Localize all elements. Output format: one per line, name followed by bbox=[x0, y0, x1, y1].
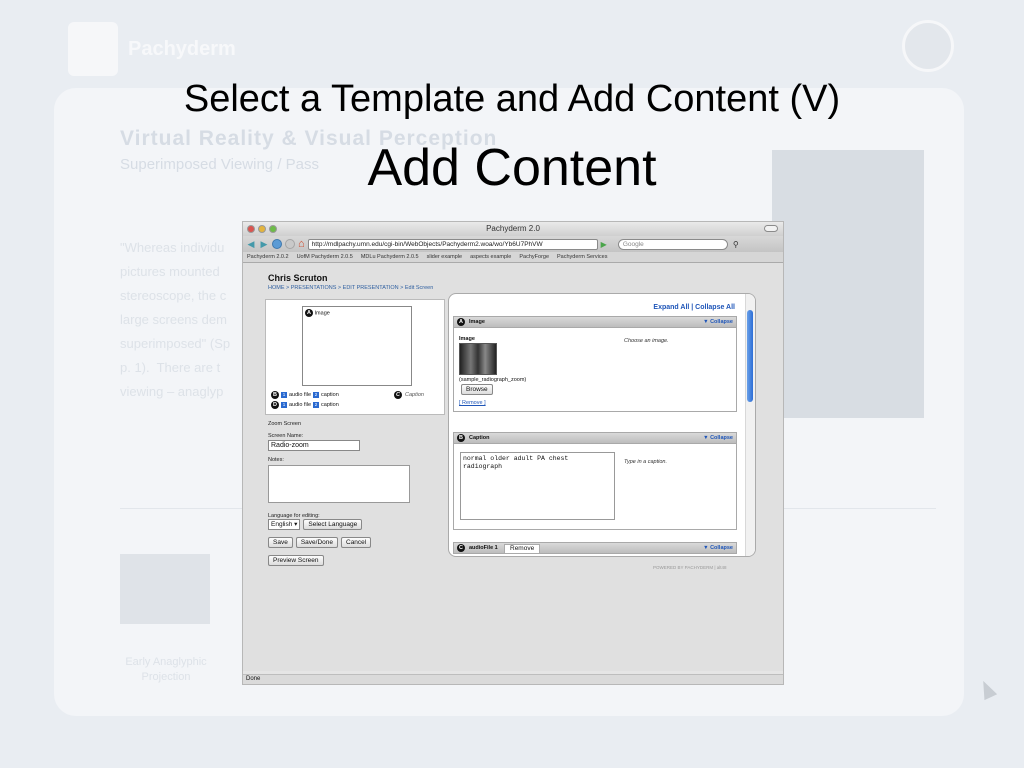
bookmark-item[interactable]: MDLu Pachyderm 2.0.5 bbox=[361, 254, 419, 260]
save-button[interactable]: Save bbox=[268, 537, 293, 548]
caption-section-header[interactable]: B Caption ▼ Collapse bbox=[453, 432, 737, 444]
notes-label: Notes: bbox=[268, 457, 284, 463]
bookmark-item[interactable]: aspects example bbox=[470, 254, 511, 260]
browser-toolbar: ◀ ▶ ⌂ http://mdlpachy.umn.edu/cgi-bin/We… bbox=[243, 236, 783, 252]
collapse-caption-link[interactable]: ▼ Collapse bbox=[703, 435, 733, 441]
caption-hint: Type in a caption. bbox=[624, 459, 668, 465]
caption-marker-icon: 2 bbox=[313, 402, 320, 408]
bookmarks-bar: Pachyderm 2.0.2 UofM Pachyderm 2.0.5 MDL… bbox=[243, 252, 783, 263]
forward-arrow-icon[interactable]: ▶ bbox=[259, 239, 269, 250]
select-language-button[interactable]: Select Language bbox=[303, 519, 363, 530]
slide-title: Select a Template and Add Content (V) bbox=[183, 78, 841, 120]
slot-c[interactable]: C Caption bbox=[394, 391, 424, 399]
slot-c-marker-icon: C bbox=[394, 391, 402, 399]
bookmark-item[interactable]: Pachyderm Services bbox=[557, 254, 607, 260]
image-section-header[interactable]: A Image ▼ Collapse bbox=[453, 316, 737, 328]
action-buttons: Save Save/Done Cancel bbox=[268, 537, 372, 548]
caption-section-body: normal older adult PA chest radiograph T… bbox=[453, 444, 737, 530]
audio-section-header[interactable]: C audioFile 1 Remove ▼ Collapse bbox=[453, 542, 737, 554]
zoom-screen-label: Zoom Screen bbox=[268, 421, 302, 427]
slot-a-marker-icon: A bbox=[457, 318, 465, 326]
remove-image-link[interactable]: [ Remove ] bbox=[459, 400, 486, 406]
background-paragraph: "Whereas individu pictures mounted stere… bbox=[120, 240, 231, 399]
stop-icon[interactable] bbox=[285, 239, 295, 249]
content-editor-panel: Expand All | Collapse All A Image ▼ Coll… bbox=[448, 293, 756, 557]
reload-icon[interactable] bbox=[272, 239, 282, 249]
cancel-button[interactable]: Cancel bbox=[341, 537, 372, 548]
window-titlebar: Pachyderm 2.0 bbox=[243, 222, 783, 236]
save-done-button[interactable]: Save/Done bbox=[295, 537, 338, 548]
screen-name-input[interactable]: Radio-zoom bbox=[268, 440, 360, 451]
image-filename: (sample_radiograph_zoom) bbox=[459, 377, 527, 383]
mouse-cursor-icon bbox=[976, 677, 998, 701]
scroll-thumb[interactable] bbox=[747, 310, 753, 402]
background-logo-text: Pachyderm bbox=[128, 38, 236, 60]
image-field-label: Image bbox=[459, 336, 475, 342]
search-icon[interactable]: ⚲ bbox=[733, 240, 739, 249]
template-preview-panel: A Image B 1 audio file 2 caption D 1 aud… bbox=[265, 299, 445, 415]
template-image-slot[interactable]: A Image bbox=[302, 306, 412, 386]
notes-textarea[interactable] bbox=[268, 465, 410, 503]
page-content: Chris Scruton HOME > PRESENTATIONS > EDI… bbox=[243, 263, 783, 671]
slot-row-2[interactable]: D 1 audio file 2 caption bbox=[271, 401, 339, 409]
window-title: Pachyderm 2.0 bbox=[486, 224, 540, 233]
caption-marker-icon: 2 bbox=[313, 392, 320, 398]
bookmark-item[interactable]: Pachyderm 2.0.2 bbox=[247, 254, 289, 260]
user-name: Chris Scruton bbox=[268, 273, 328, 283]
slide-subtitle: Add Content bbox=[367, 139, 657, 197]
badge-icon bbox=[902, 20, 954, 72]
editor-scrollbar[interactable] bbox=[745, 294, 755, 556]
home-icon[interactable]: ⌂ bbox=[298, 239, 305, 250]
language-select[interactable]: English ▾ bbox=[268, 519, 301, 530]
go-arrow-icon[interactable]: ▶ bbox=[601, 240, 607, 249]
collapse-audio-link[interactable]: ▼ Collapse bbox=[703, 545, 733, 551]
browser-window: Pachyderm 2.0 ◀ ▶ ⌂ http://mdlpachy.umn.… bbox=[242, 221, 784, 685]
slot-b-marker-icon: B bbox=[271, 391, 279, 399]
pachyderm-logo-icon bbox=[68, 22, 118, 76]
breadcrumb[interactable]: HOME > PRESENTATIONS > EDIT PRESENTATION… bbox=[268, 285, 433, 291]
audio-marker-icon: 1 bbox=[281, 402, 287, 408]
preview-screen-button[interactable]: Preview Screen bbox=[268, 555, 324, 566]
powered-by-footer: POWERED BY PACHYDERM | alt48 bbox=[653, 565, 727, 570]
browser-status-bar: Done bbox=[243, 674, 783, 684]
slot-d-marker-icon: D bbox=[271, 401, 279, 409]
slot-a-label: A Image bbox=[305, 309, 330, 317]
collapse-image-link[interactable]: ▼ Collapse bbox=[703, 319, 733, 325]
background-thumbnail bbox=[120, 554, 210, 624]
bookmark-item[interactable]: UofM Pachyderm 2.0.5 bbox=[297, 254, 353, 260]
language-row: English ▾ Select Language bbox=[268, 519, 363, 530]
audio-marker-icon: 1 bbox=[281, 392, 287, 398]
screen-name-label: Screen Name: bbox=[268, 433, 304, 439]
back-arrow-icon[interactable]: ◀ bbox=[246, 239, 256, 250]
slot-row-1[interactable]: B 1 audio file 2 caption bbox=[271, 391, 339, 399]
bookmark-item[interactable]: slider example bbox=[427, 254, 462, 260]
background-thumb-caption: Early Anaglyphic Projection bbox=[125, 656, 207, 683]
remove-audio-button[interactable]: Remove bbox=[504, 544, 541, 554]
slot-c-marker-icon: C bbox=[457, 544, 465, 552]
expand-collapse-links[interactable]: Expand All | Collapse All bbox=[653, 304, 735, 311]
bookmark-item[interactable]: PachyForge bbox=[519, 254, 549, 260]
image-section-body: Image (sample_radiograph_zoom) Browse [ … bbox=[453, 328, 737, 412]
toolbar-toggle-button[interactable] bbox=[764, 225, 778, 232]
image-hint: Choose an image. bbox=[624, 338, 669, 344]
caption-textarea[interactable]: normal older adult PA chest radiograph bbox=[460, 452, 615, 520]
address-bar[interactable]: http://mdlpachy.umn.edu/cgi-bin/WebObjec… bbox=[307, 238, 598, 250]
radiograph-thumbnail bbox=[459, 343, 497, 375]
slot-a-marker-icon: A bbox=[305, 309, 313, 317]
search-input[interactable]: Google bbox=[617, 238, 728, 250]
browse-button[interactable]: Browse bbox=[461, 384, 493, 395]
slot-b-marker-icon: B bbox=[457, 434, 465, 442]
